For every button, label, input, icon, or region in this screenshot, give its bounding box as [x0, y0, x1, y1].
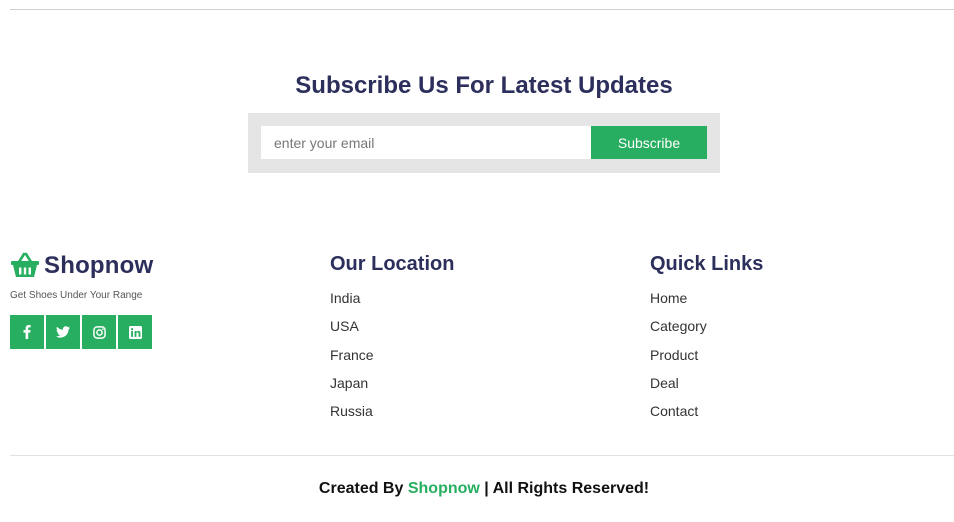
quick-link-deal[interactable]: Deal	[650, 375, 679, 391]
bottom-divider	[10, 455, 954, 456]
linkedin-icon	[128, 325, 142, 339]
list-item[interactable]: Contact	[650, 401, 763, 429]
list-item[interactable]: USA	[330, 316, 454, 344]
quick-links-title: Quick Links	[650, 253, 764, 275]
list-item[interactable]: Category	[650, 316, 763, 344]
location-list: India USA France Japan Russia	[330, 288, 454, 429]
list-item[interactable]: Russia	[330, 401, 454, 429]
footer-quick-links: Quick Links Home Category Product Deal C…	[650, 253, 763, 429]
quick-link-category[interactable]: Category	[650, 318, 707, 334]
list-item[interactable]: Deal	[650, 373, 763, 401]
twitter-icon	[56, 326, 70, 338]
instagram-icon	[92, 325, 106, 339]
top-divider	[10, 9, 954, 10]
instagram-button[interactable]	[82, 315, 116, 349]
list-item[interactable]: Product	[650, 345, 763, 373]
subscribe-button[interactable]: Subscribe	[591, 126, 707, 159]
location-title: Our Location	[330, 253, 455, 275]
list-item[interactable]: India	[330, 288, 454, 316]
brand-tagline: Get Shoes Under Your Range	[10, 290, 143, 301]
quick-link-product[interactable]: Product	[650, 347, 698, 363]
twitter-button[interactable]	[46, 315, 80, 349]
location-link-india[interactable]: India	[330, 290, 360, 306]
brand-name: Shopnow	[44, 252, 154, 279]
credits-brand-link[interactable]: Shopnow	[408, 480, 480, 497]
quick-link-home[interactable]: Home	[650, 290, 687, 306]
shopping-basket-icon	[10, 252, 40, 280]
quick-links-list: Home Category Product Deal Contact	[650, 288, 763, 429]
email-input[interactable]	[261, 126, 591, 159]
logo[interactable]: Shopnow	[10, 252, 153, 280]
facebook-icon	[23, 325, 31, 339]
location-link-france[interactable]: France	[330, 347, 374, 363]
list-item[interactable]: Japan	[330, 373, 454, 401]
subscribe-title: Subscribe Us For Latest Updates	[295, 72, 673, 99]
credits-prefix: Created By	[318, 480, 404, 497]
list-item[interactable]: Home	[650, 288, 763, 316]
location-link-usa[interactable]: USA	[330, 318, 359, 334]
linkedin-button[interactable]	[118, 315, 152, 349]
quick-link-contact[interactable]: Contact	[650, 403, 698, 419]
list-item[interactable]: France	[330, 345, 454, 373]
social-links	[10, 315, 153, 349]
subscribe-form: Subscribe	[248, 113, 720, 173]
location-link-japan[interactable]: Japan	[330, 375, 368, 391]
credits-suffix: | All Rights Reserved!	[484, 480, 650, 497]
location-link-russia[interactable]: Russia	[330, 403, 373, 419]
footer-location: Our Location India USA France Japan Russ…	[330, 253, 454, 429]
footer-brand: Shopnow Get Shoes Under Your Range	[10, 252, 153, 349]
credits: Created By Shopnow | All Rights Reserved…	[0, 480, 954, 498]
facebook-button[interactable]	[10, 315, 44, 349]
